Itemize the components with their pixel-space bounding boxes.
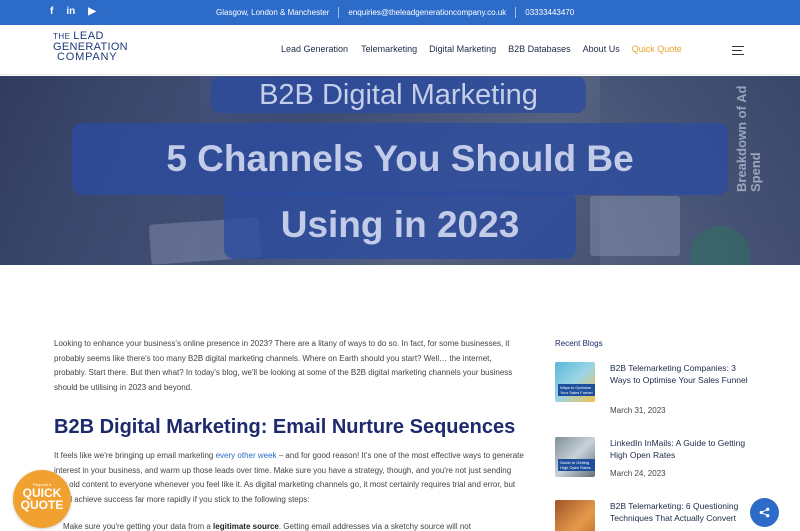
section-paragraph: It feels like we're bringing up email ma… bbox=[54, 449, 524, 507]
quick-quote-badge[interactable]: Request a QUICK QUOTE bbox=[13, 470, 71, 528]
site-logo[interactable]: THE LEAD GENERATION COMPANY bbox=[53, 31, 133, 63]
recent-blogs-title: Recent Blogs bbox=[555, 339, 603, 348]
bullet-text: . Getting email addresses via a sketchy … bbox=[278, 522, 471, 531]
quick-quote-line2: QUOTE bbox=[20, 498, 64, 512]
thumbnail-caption: Guide to Getting High Open Rates bbox=[558, 459, 595, 471]
nav-b2b-databases[interactable]: B2B Databases bbox=[508, 44, 571, 54]
article-intro: Looking to enhance your business's onlin… bbox=[54, 339, 513, 392]
paragraph-text: It feels like we're bringing up email ma… bbox=[54, 451, 216, 460]
logo-text-the: THE bbox=[53, 32, 74, 41]
every-other-week-link[interactable]: every other week bbox=[216, 451, 277, 460]
hero-title-line2: Using in 2023 bbox=[224, 191, 576, 259]
phone-link[interactable]: 03333443470 bbox=[525, 8, 574, 17]
facebook-icon[interactable]: f bbox=[50, 6, 53, 18]
locations-text: Glasgow, London & Manchester bbox=[216, 8, 330, 17]
post-thumbnail[interactable]: Ways to Optimise Your Sales Funnel bbox=[555, 362, 595, 402]
main-nav: Lead Generation Telemarketing Digital Ma… bbox=[281, 44, 682, 54]
recent-post[interactable]: Guide to Getting High Open Rates LinkedI… bbox=[555, 437, 755, 483]
site-header: THE LEAD GENERATION COMPANY Lead Generat… bbox=[0, 25, 800, 75]
hero-side-text: Breakdown of Ad Spend bbox=[734, 85, 763, 192]
nav-telemarketing[interactable]: Telemarketing bbox=[361, 44, 417, 54]
divider bbox=[338, 7, 340, 18]
nav-digital-marketing[interactable]: Digital Marketing bbox=[429, 44, 496, 54]
post-thumbnail[interactable]: Guide to Getting High Open Rates bbox=[555, 437, 595, 477]
youtube-icon[interactable]: ▶ bbox=[88, 6, 96, 18]
hero-title-line1: 5 Channels You Should Be bbox=[72, 123, 728, 195]
recent-post[interactable]: Ways to Optimise Your Sales Funnel B2B T… bbox=[555, 362, 755, 420]
top-bar: f in ▶ Glasgow, London & Manchester enqu… bbox=[0, 0, 800, 25]
nav-about-us[interactable]: About Us bbox=[583, 44, 620, 54]
post-thumbnail[interactable] bbox=[555, 500, 595, 531]
email-link[interactable]: enquiries@theleadgenerationcompany.co.uk bbox=[348, 8, 506, 17]
list-item: Make sure you're getting your data from … bbox=[63, 521, 523, 531]
hero-kicker: B2B Digital Marketing bbox=[211, 77, 586, 113]
share-icon[interactable] bbox=[750, 498, 779, 527]
logo-text-company: COMPANY bbox=[57, 51, 118, 63]
bullet-text: Make sure you're getting your data from … bbox=[63, 522, 214, 531]
nav-quick-quote[interactable]: Quick Quote bbox=[632, 44, 682, 54]
post-date: March 31, 2023 bbox=[610, 406, 666, 415]
recent-post[interactable]: B2B Telemarketing: 6 Questioning Techniq… bbox=[555, 500, 755, 531]
post-date: March 24, 2023 bbox=[610, 469, 666, 478]
post-title-link[interactable]: B2B Telemarketing Companies: 3 Ways to O… bbox=[610, 362, 750, 386]
post-title-link[interactable]: LinkedIn InMails: A Guide to Getting Hig… bbox=[610, 437, 750, 461]
bullet-bold-text: legitimate source bbox=[213, 522, 279, 531]
section-heading: B2B Digital Marketing: Email Nurture Seq… bbox=[54, 416, 516, 438]
notebook-image bbox=[590, 196, 680, 256]
linkedin-icon[interactable]: in bbox=[66, 6, 75, 18]
social-links: f in ▶ bbox=[50, 6, 96, 18]
divider bbox=[515, 7, 517, 18]
nav-lead-generation[interactable]: Lead Generation bbox=[281, 44, 348, 54]
hero-banner: Breakdown of Ad Spend B2B Digital Market… bbox=[0, 76, 800, 265]
contact-info: Glasgow, London & Manchester enquiries@t… bbox=[216, 7, 574, 18]
post-title-link[interactable]: B2B Telemarketing: 6 Questioning Techniq… bbox=[610, 500, 750, 524]
thumbnail-caption: Ways to Optimise Your Sales Funnel bbox=[558, 384, 595, 396]
menu-icon[interactable] bbox=[732, 46, 744, 58]
